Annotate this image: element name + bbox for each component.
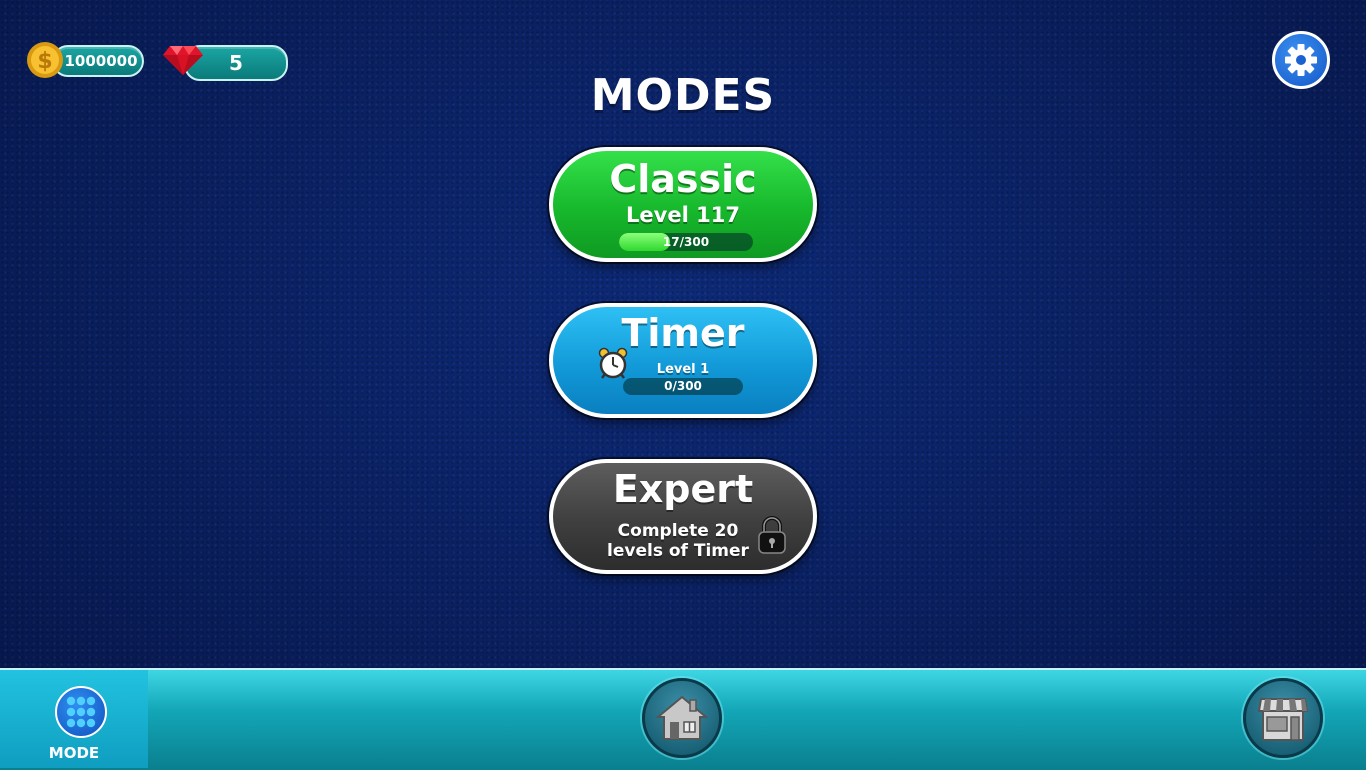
timer-progress-text: 0/300: [664, 379, 702, 393]
home-button[interactable]: [642, 678, 722, 758]
timer-mode-button[interactable]: Timer Level 1 0/300: [549, 303, 817, 418]
timer-level: Level 1: [656, 362, 710, 377]
padlock-icon: [758, 516, 786, 554]
classic-progress-bar: 17/300: [619, 233, 753, 251]
expert-title: Expert: [612, 467, 754, 511]
classic-progress-text: 17/300: [662, 235, 710, 249]
home-icon: [656, 695, 708, 740]
expert-mode-button[interactable]: Expert Complete 20 levels of Timer: [549, 459, 817, 574]
classic-level: Level 117: [626, 203, 740, 227]
page-title: MODES: [590, 70, 776, 121]
shop-icon: [1257, 698, 1309, 741]
coins-value: 1000000: [64, 52, 138, 70]
classic-title: Classic: [609, 157, 757, 201]
timer-progress-bar: 0/300: [623, 378, 743, 395]
grid-dots-icon: [55, 686, 107, 738]
timer-title: Timer: [621, 311, 745, 355]
mode-tab[interactable]: MODE: [0, 670, 148, 768]
shop-button[interactable]: [1243, 678, 1323, 758]
mode-tab-label: MODE: [48, 744, 100, 762]
classic-mode-button[interactable]: Classic Level 117 17/300: [549, 147, 817, 262]
